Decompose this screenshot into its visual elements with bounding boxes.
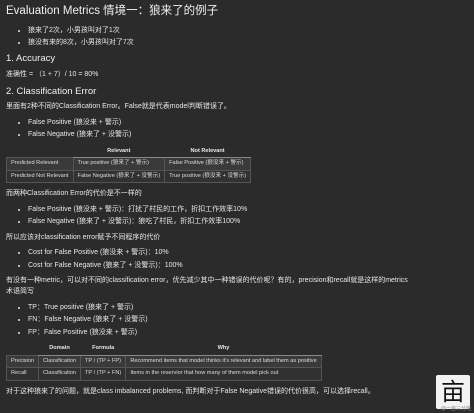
error-types-list: False Positive (狼没来 + 警示) False Negative… [6, 118, 466, 140]
abbreviation-list: TP：True positive (狼来了 + 警示) FN：False Neg… [6, 303, 466, 337]
paragraph: 术语简写 [6, 288, 34, 296]
table-header [7, 146, 74, 158]
confusion-matrix-table: Relevant Not Relevant Predicted Relevant… [6, 145, 252, 184]
table-header: Formula [80, 343, 126, 356]
table-cell: Recall [5, 367, 40, 381]
table-cell: TP / (TP + FN) [79, 367, 127, 381]
accuracy-heading: 1. Accuracy [6, 53, 56, 65]
table-row: Predicted Relevant True positive (狼来了 + … [6, 157, 252, 171]
list-item: Cost for False Negative (狼来了 + 没警示)：100% [28, 261, 466, 270]
table-cell: Classification [38, 354, 81, 369]
document: Evaluation Metrics 情境一：狼来了的例子 狼来了2次，小男孩叫… [5, 4, 466, 402]
list-item: False Negative (狼来了 + 没警示)：狼吃了村民，折扣工作效率1… [28, 217, 466, 226]
list-item: Cost for False Positive (狼没来 + 警示)：10% [28, 248, 466, 257]
list-item: 狼来了2次，小男孩叫对了1次 [28, 26, 466, 35]
paragraph: 有没有一种metric，可以对不同的classification error，优… [6, 277, 408, 285]
paragraph: 对于这种狼来了的问题，就是class imbalanced problems, … [6, 387, 375, 395]
paragraph: 里面有2种不同的Classification Error。False就是代表mo… [6, 103, 231, 111]
watermark-logo: 亩 [436, 375, 470, 409]
table-cell: TP / (TP + FP) [79, 354, 127, 369]
table-row: Predicted Not Relevant False Negative (狼… [6, 169, 252, 184]
paragraph: 所以应该对classification error赋予不同程序的代价 [6, 233, 161, 241]
cost-weight-list: Cost for False Positive (狼没来 + 警示)：10% C… [6, 248, 466, 270]
list-item: TP：True positive (狼来了 + 警示) [28, 303, 466, 312]
table-header: Relevant [73, 145, 165, 159]
table-cell: Recommend items that model thinks it's r… [125, 354, 322, 369]
precision-recall-table: Domain Formula Why Precision Classificat… [5, 343, 322, 381]
table-row: Recall Classification TP / (TP + FN) Ite… [5, 367, 322, 381]
cost-list: False Positive (狼没来 + 警示)：打扰了村民的工作，折扣工作效… [6, 205, 466, 227]
page-title: Evaluation Metrics 情境一：狼来了的例子 [6, 5, 219, 17]
accuracy-formula: 准确性 = （1 + 7）/ 10 = 80% [6, 71, 99, 79]
table-cell: Predicted Not Relevant [6, 169, 74, 184]
table-cell: False Positive (狼没来 + 警示) [164, 157, 252, 171]
list-item: False Positive (狼没来 + 警示) [28, 118, 466, 127]
list-item: 狼没有来的8次，小男孩叫对了7次 [28, 38, 466, 47]
intro-list: 狼来了2次，小男孩叫对了1次 狼没有来的8次，小男孩叫对了7次 [6, 26, 466, 48]
list-item: FP：False Positive (狼没来 + 警示) [28, 328, 466, 337]
table-cell: Precision [5, 354, 40, 369]
list-item: False Positive (狼没来 + 警示)：打扰了村民的工作，折扣工作效… [28, 205, 466, 214]
list-item: FN：False Negative (狼来了 + 没警示) [28, 315, 466, 324]
table-header: Why [125, 343, 322, 356]
table-cell: Predicted Relevant [6, 157, 74, 171]
paragraph: 而两种Classification Error的代价是不一样的 [6, 190, 142, 198]
table-row: Precision Classification TP / (TP + FP) … [5, 354, 322, 369]
table-header [7, 343, 39, 355]
table-cell: Items in the reservior that how many of … [125, 367, 322, 381]
classification-error-heading: 2. Classification Error [6, 85, 97, 97]
watermark-text: @一亩三分地 [440, 406, 471, 413]
table-cell: False Negative (狼来了 + 没警示) [72, 169, 166, 184]
table-header: Not Relevant [164, 145, 251, 159]
table-cell: Classification [38, 367, 81, 381]
table-cell: True positive (狼来了 + 警示) [72, 157, 166, 171]
list-item: False Negative (狼来了 + 没警示) [28, 130, 466, 139]
table-header: Domain [38, 343, 81, 356]
table-cell: True positive (狼没来 + 没警示) [164, 169, 252, 184]
